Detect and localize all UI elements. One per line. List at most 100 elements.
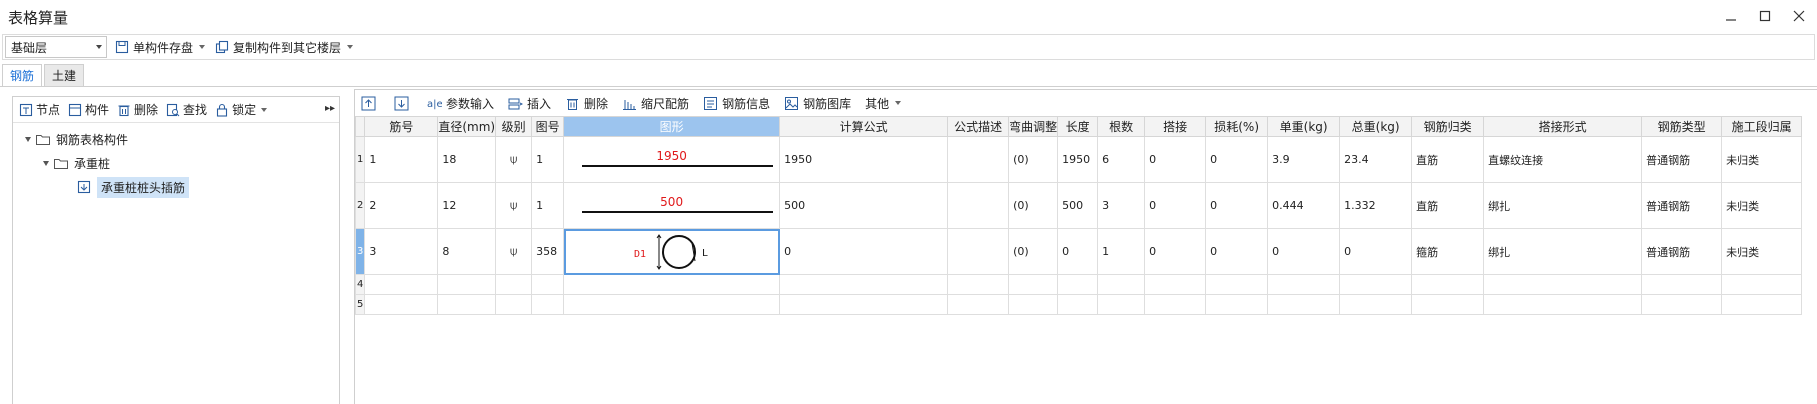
tab-rebar[interactable]: 钢筋 [2, 64, 43, 86]
tree-node-child[interactable]: 承重桩 [13, 151, 339, 175]
row-number[interactable]: 4 [354, 274, 366, 295]
expand-icon[interactable] [43, 160, 49, 166]
header-cell[interactable]: 施工段归属 [1721, 116, 1803, 137]
formula-cell[interactable]: 0 [779, 228, 949, 275]
unit-weight-cell[interactable]: 0 [1267, 228, 1341, 275]
length-cell[interactable]: 500 [1057, 182, 1099, 229]
header-cell[interactable]: 钢筋归类 [1411, 116, 1485, 137]
unit-weight-cell[interactable]: 3.9 [1267, 136, 1341, 183]
bar-number-cell[interactable]: 1 [364, 136, 439, 183]
save-component-button[interactable]: 单构件存盘 [113, 36, 207, 58]
grade-cell[interactable]: ⍦ [495, 136, 533, 183]
table-row[interactable]: 1 1 18 ⍦ 1 1950 1950 (0) 1950 6 0 0 3.9 … [354, 136, 1803, 183]
header-cell[interactable]: 直径(mm) [437, 116, 497, 137]
layer-select[interactable]: 基础层 [5, 36, 107, 58]
diameter-cell[interactable]: 8 [437, 228, 497, 275]
empty-cell[interactable] [531, 294, 565, 315]
empty-cell[interactable] [364, 274, 439, 295]
category-cell[interactable]: 直筋 [1411, 182, 1485, 229]
header-cell[interactable]: 筋号 [364, 116, 439, 137]
rebar-type-cell[interactable]: 普通钢筋 [1641, 228, 1723, 275]
shape-cell[interactable]: 1950 [563, 136, 781, 183]
rebar-type-cell[interactable]: 普通钢筋 [1641, 136, 1723, 183]
empty-cell[interactable] [495, 274, 533, 295]
lap-type-cell[interactable]: 绑扎 [1483, 228, 1643, 275]
diameter-cell[interactable]: 12 [437, 182, 497, 229]
delete-button[interactable]: 删除 [117, 101, 158, 118]
empty-cell[interactable] [1483, 274, 1643, 295]
header-cell[interactable]: 损耗(%) [1205, 116, 1269, 137]
total-weight-cell[interactable]: 0 [1339, 228, 1413, 275]
empty-cell[interactable] [1057, 274, 1099, 295]
empty-cell[interactable] [1267, 274, 1341, 295]
find-button[interactable]: 查找 [166, 101, 207, 118]
empty-cell[interactable] [531, 274, 565, 295]
header-cell[interactable]: 搭接 [1144, 116, 1207, 137]
component-button[interactable]: 构件 [68, 101, 109, 118]
category-cell[interactable]: 直筋 [1411, 136, 1485, 183]
tree-node-leaf[interactable]: 承重桩桩头插筋 [13, 175, 339, 199]
lap-cell[interactable]: 0 [1144, 228, 1207, 275]
empty-cell[interactable] [563, 274, 781, 295]
empty-cell[interactable] [1641, 274, 1723, 295]
empty-cell[interactable] [1144, 274, 1207, 295]
rebar-type-cell[interactable]: 普通钢筋 [1641, 182, 1723, 229]
loss-cell[interactable]: 0 [1205, 182, 1269, 229]
bend-adjust-cell[interactable]: (0) [1008, 182, 1059, 229]
param-input-button[interactable]: a|e 参数输入 [427, 92, 494, 114]
rebar-library-button[interactable]: 钢筋图库 [784, 92, 851, 114]
node-button[interactable]: 节点 [19, 101, 60, 118]
other-menu-button[interactable]: 其他 [865, 92, 902, 114]
figure-number-cell[interactable]: 358 [531, 228, 565, 275]
header-cell[interactable]: 图号 [531, 116, 565, 137]
formula-cell[interactable]: 500 [779, 182, 949, 229]
unit-weight-cell[interactable]: 0.444 [1267, 182, 1341, 229]
empty-cell[interactable] [779, 294, 949, 315]
empty-cell[interactable] [1205, 294, 1269, 315]
empty-cell[interactable] [437, 294, 497, 315]
header-cell[interactable]: 搭接形式 [1483, 116, 1643, 137]
empty-cell[interactable] [1205, 274, 1269, 295]
empty-cell[interactable] [1097, 274, 1146, 295]
empty-cell[interactable] [1267, 294, 1341, 315]
empty-cell[interactable] [1008, 274, 1059, 295]
formula-desc-cell[interactable] [947, 136, 1010, 183]
insert-button[interactable]: 插入 [508, 92, 551, 114]
count-cell[interactable]: 1 [1097, 228, 1146, 275]
empty-cell[interactable] [1339, 274, 1413, 295]
formula-cell[interactable]: 1950 [779, 136, 949, 183]
empty-cell[interactable] [947, 274, 1010, 295]
header-cell[interactable]: 钢筋类型 [1641, 116, 1723, 137]
figure-number-cell[interactable]: 1 [531, 136, 565, 183]
empty-cell[interactable] [947, 294, 1010, 315]
move-down-button[interactable] [394, 92, 413, 114]
section-cell[interactable]: 未归类 [1721, 136, 1803, 183]
empty-cell[interactable] [1008, 294, 1059, 315]
row-number[interactable]: 1 [354, 136, 366, 183]
category-cell[interactable]: 箍筋 [1411, 228, 1485, 275]
empty-cell[interactable] [364, 294, 439, 315]
count-cell[interactable]: 6 [1097, 136, 1146, 183]
close-button[interactable] [1789, 6, 1809, 26]
empty-cell[interactable] [437, 274, 497, 295]
empty-cell[interactable] [1721, 294, 1803, 315]
empty-cell[interactable] [1641, 294, 1723, 315]
empty-cell[interactable] [563, 294, 781, 315]
header-cell[interactable]: 公式描述 [947, 116, 1010, 137]
header-cell[interactable]: 长度 [1057, 116, 1099, 137]
diameter-cell[interactable]: 18 [437, 136, 497, 183]
move-up-button[interactable] [361, 92, 380, 114]
table-row[interactable]: 4 [354, 274, 1803, 295]
bend-adjust-cell[interactable]: (0) [1008, 228, 1059, 275]
empty-cell[interactable] [1339, 294, 1413, 315]
header-cell[interactable]: 总重(kg) [1339, 116, 1413, 137]
empty-cell[interactable] [779, 274, 949, 295]
tree-node-root[interactable]: 钢筋表格构件 [13, 127, 339, 151]
header-cell[interactable]: 弯曲调整 [1008, 116, 1059, 137]
shape-cell[interactable]: 500 [563, 182, 781, 229]
count-cell[interactable]: 3 [1097, 182, 1146, 229]
header-cell[interactable]: 根数 [1097, 116, 1146, 137]
lock-button[interactable]: 锁定 [215, 101, 268, 118]
shape-cell[interactable]: D1 L [563, 228, 781, 275]
empty-cell[interactable] [1411, 274, 1485, 295]
